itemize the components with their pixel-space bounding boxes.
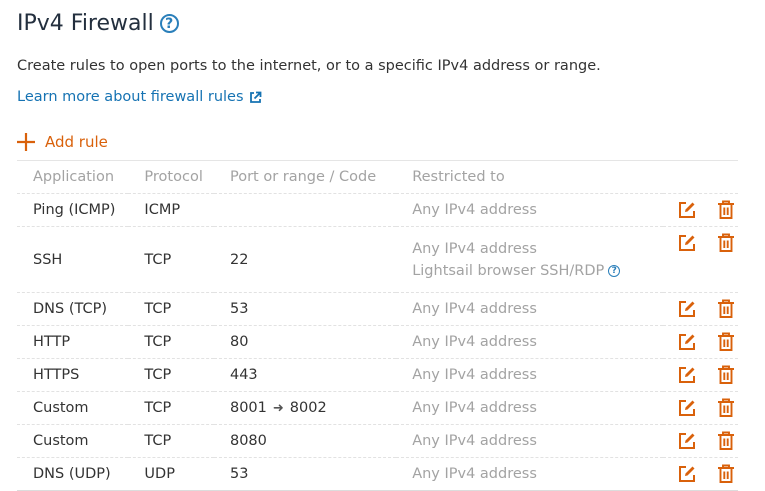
- cell-application: DNS (UDP): [17, 457, 129, 491]
- edit-icon[interactable]: [677, 233, 697, 253]
- table-row: DNS (UDP) UDP 53 Any IPv4 address: [17, 457, 738, 491]
- cell-protocol: TCP: [128, 292, 214, 326]
- trash-icon[interactable]: [716, 398, 736, 418]
- table-row: HTTPS TCP 443 Any IPv4 address: [17, 358, 738, 392]
- plus-icon: [17, 133, 35, 151]
- cell-protocol: TCP: [128, 358, 214, 392]
- external-link-icon: [249, 91, 261, 103]
- cell-protocol: TCP: [128, 325, 214, 359]
- cell-actions: [663, 457, 738, 491]
- cell-restricted: Any IPv4 address: [396, 193, 664, 227]
- table-row: Custom TCP 8080 Any IPv4 address: [17, 424, 738, 458]
- edit-icon[interactable]: [677, 398, 697, 418]
- trash-icon[interactable]: [716, 431, 736, 451]
- learn-more-label: Learn more about firewall rules: [17, 89, 244, 105]
- cell-port: 443: [213, 358, 397, 392]
- restricted-text: Any IPv4 address: [412, 240, 537, 257]
- edit-icon[interactable]: [677, 332, 697, 352]
- cell-restricted: Any IPv4 address: [396, 457, 664, 491]
- page-description: Create rules to open ports to the intern…: [17, 58, 601, 74]
- cell-port: 53: [213, 457, 397, 491]
- column-header-application: Application: [17, 160, 129, 194]
- cell-port: [213, 193, 397, 227]
- column-header-port: Port or range / Code: [213, 160, 397, 194]
- column-header-restricted: Restricted to: [396, 160, 664, 194]
- cell-protocol: TCP: [128, 226, 214, 293]
- edit-icon[interactable]: [677, 464, 697, 484]
- column-header-actions: [663, 160, 738, 194]
- trash-icon[interactable]: [716, 299, 736, 319]
- cell-restricted: Any IPv4 address: [396, 424, 664, 458]
- learn-more-link[interactable]: Learn more about firewall rules: [17, 89, 262, 105]
- restricted-extra-label: Lightsail browser SSH/RDP: [412, 262, 605, 279]
- add-rule-button[interactable]: Add rule: [16, 132, 108, 152]
- firewall-rules-table: Application Protocol Port or range / Cod…: [17, 160, 738, 491]
- add-rule-label: Add rule: [45, 133, 108, 151]
- cell-port: 8080: [213, 424, 397, 458]
- trash-icon[interactable]: [716, 233, 736, 253]
- table-row: Ping (ICMP) ICMP Any IPv4 address: [17, 193, 738, 227]
- edit-icon[interactable]: [677, 200, 697, 220]
- port-range-start: 8001: [229, 400, 267, 416]
- cell-protocol: UDP: [128, 457, 214, 491]
- cell-application: Custom: [17, 391, 129, 425]
- cell-application: SSH: [17, 226, 129, 293]
- cell-actions: [663, 325, 738, 359]
- cell-application: DNS (TCP): [17, 292, 129, 326]
- arrow-right-icon: ➜: [272, 401, 284, 416]
- cell-port: 22: [213, 226, 397, 293]
- cell-actions: [663, 292, 738, 326]
- table-row: HTTP TCP 80 Any IPv4 address: [17, 325, 738, 359]
- help-icon[interactable]: ?: [159, 14, 179, 33]
- trash-icon[interactable]: [716, 365, 736, 385]
- cell-actions: [663, 193, 738, 227]
- cell-port: 80: [213, 325, 397, 359]
- edit-icon[interactable]: [677, 365, 697, 385]
- edit-icon[interactable]: [677, 431, 697, 451]
- cell-restricted: Any IPv4 address: [396, 391, 664, 425]
- cell-actions: [663, 358, 738, 392]
- restricted-extra: Lightsail browser SSH/RDP ?: [412, 263, 663, 279]
- cell-restricted: Any IPv4 address: [396, 358, 664, 392]
- cell-protocol: ICMP: [128, 193, 214, 227]
- cell-port: 8001 ➜ 8002: [213, 391, 397, 425]
- trash-icon[interactable]: [716, 464, 736, 484]
- cell-restricted: Any IPv4 address: [396, 325, 664, 359]
- trash-icon[interactable]: [716, 200, 736, 220]
- help-icon[interactable]: ?: [608, 264, 621, 277]
- cell-application: HTTP: [17, 325, 129, 359]
- table-header-row: Application Protocol Port or range / Cod…: [17, 160, 738, 194]
- cell-port: 53: [213, 292, 397, 326]
- cell-application: Custom: [17, 424, 129, 458]
- cell-restricted: Any IPv4 address: [396, 292, 664, 326]
- table-row: DNS (TCP) TCP 53 Any IPv4 address: [17, 292, 738, 326]
- cell-protocol: TCP: [128, 424, 214, 458]
- page-title: IPv4 Firewall ?: [17, 11, 179, 36]
- cell-application: HTTPS: [17, 358, 129, 392]
- trash-icon[interactable]: [716, 332, 736, 352]
- cell-restricted: Any IPv4 address Lightsail browser SSH/R…: [396, 226, 664, 293]
- edit-icon[interactable]: [677, 299, 697, 319]
- cell-actions: [663, 391, 738, 425]
- table-row: SSH TCP 22 Any IPv4 address Lightsail br…: [17, 226, 738, 293]
- cell-protocol: TCP: [128, 391, 214, 425]
- table-row: Custom TCP 8001 ➜ 8002 Any IPv4 address: [17, 391, 738, 425]
- port-range-end: 8002: [289, 400, 327, 416]
- cell-actions: [663, 226, 738, 293]
- cell-actions: [663, 424, 738, 458]
- cell-application: Ping (ICMP): [17, 193, 129, 227]
- column-header-protocol: Protocol: [128, 160, 214, 194]
- page-title-text: IPv4 Firewall: [17, 11, 154, 36]
